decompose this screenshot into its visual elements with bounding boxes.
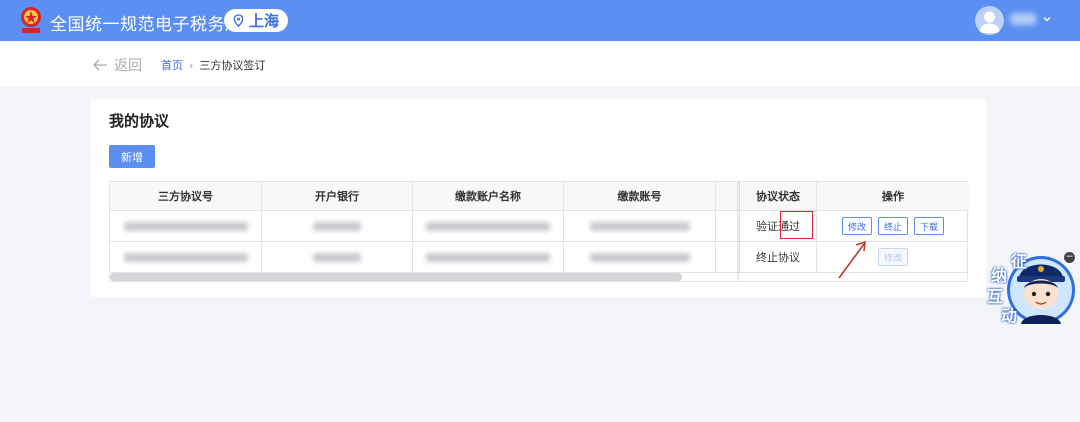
widget-char: 征 — [1011, 252, 1028, 271]
table-cell-account-name — [413, 211, 564, 242]
table-row — [110, 211, 262, 242]
arrow-left-icon — [93, 59, 107, 71]
account-no-blurred — [589, 221, 690, 231]
download-button[interactable]: 下载 — [914, 217, 945, 235]
back-button[interactable]: 返回 — [92, 55, 142, 75]
username-blurred[interactable] — [1010, 13, 1036, 25]
edit-button-disabled: 修改 — [877, 248, 908, 266]
status-cell: 终止协议 — [740, 242, 817, 273]
tax-emblem-icon[interactable] — [18, 5, 44, 35]
add-agreement-button[interactable]: 新增 — [109, 145, 155, 168]
widget-close-icon[interactable]: − — [1064, 252, 1075, 263]
column-header-account-name: 缴款账户名称 — [413, 182, 564, 211]
column-header-status: 协议状态 — [740, 182, 817, 211]
table-cell-account-no — [564, 242, 716, 273]
breadcrumb-bar: 返回 首页 › 三方协议签订 — [0, 41, 1080, 87]
agreement-no-blurred — [123, 252, 248, 262]
region-name: 上海 — [249, 12, 280, 30]
page-title: 我的协议 — [109, 112, 170, 130]
bank-name-blurred — [313, 252, 361, 262]
column-header-agreement-no: 三方协议号 — [110, 182, 262, 211]
column-header-bank: 开户银行 — [262, 182, 413, 211]
horizontal-scrollbar[interactable] — [110, 273, 682, 281]
chevron-down-icon[interactable] — [1042, 14, 1052, 24]
table-row — [110, 242, 262, 273]
breadcrumb-separator: › — [189, 58, 194, 72]
bank-name-blurred — [313, 221, 361, 231]
user-avatar-icon[interactable] — [975, 6, 1004, 35]
location-pin-icon — [233, 14, 244, 27]
top-header: 全国统一规范电子税务局 上海 — [0, 0, 1080, 41]
breadcrumb-home[interactable]: 首页 — [161, 57, 183, 73]
annotation-arrow-icon — [838, 240, 866, 279]
table-cell-bank — [262, 211, 413, 242]
account-no-blurred — [589, 252, 690, 262]
highlight-box — [780, 211, 813, 239]
back-label: 返回 — [114, 58, 142, 74]
site-title[interactable]: 全国统一规范电子税务局 — [50, 10, 243, 35]
account-name-blurred — [426, 252, 550, 262]
edit-button[interactable]: 修改 — [841, 217, 872, 235]
table-cell-account-no — [564, 211, 716, 242]
breadcrumb: 首页 › 三方协议签订 — [161, 57, 265, 73]
fixed-column-shadow — [737, 182, 740, 281]
terminate-button[interactable]: 终止 — [877, 217, 908, 235]
widget-char: 动 — [1001, 306, 1018, 325]
region-selector[interactable]: 上海 — [224, 9, 288, 32]
breadcrumb-current: 三方协议签订 — [199, 59, 266, 72]
table-cell-account-name — [413, 242, 564, 273]
column-header-actions: 操作 — [817, 182, 969, 211]
column-header-account-no: 缴款账号 — [564, 182, 716, 211]
agreement-no-blurred — [123, 221, 248, 231]
table-cell-bank — [262, 242, 413, 273]
account-name-blurred — [426, 221, 550, 231]
